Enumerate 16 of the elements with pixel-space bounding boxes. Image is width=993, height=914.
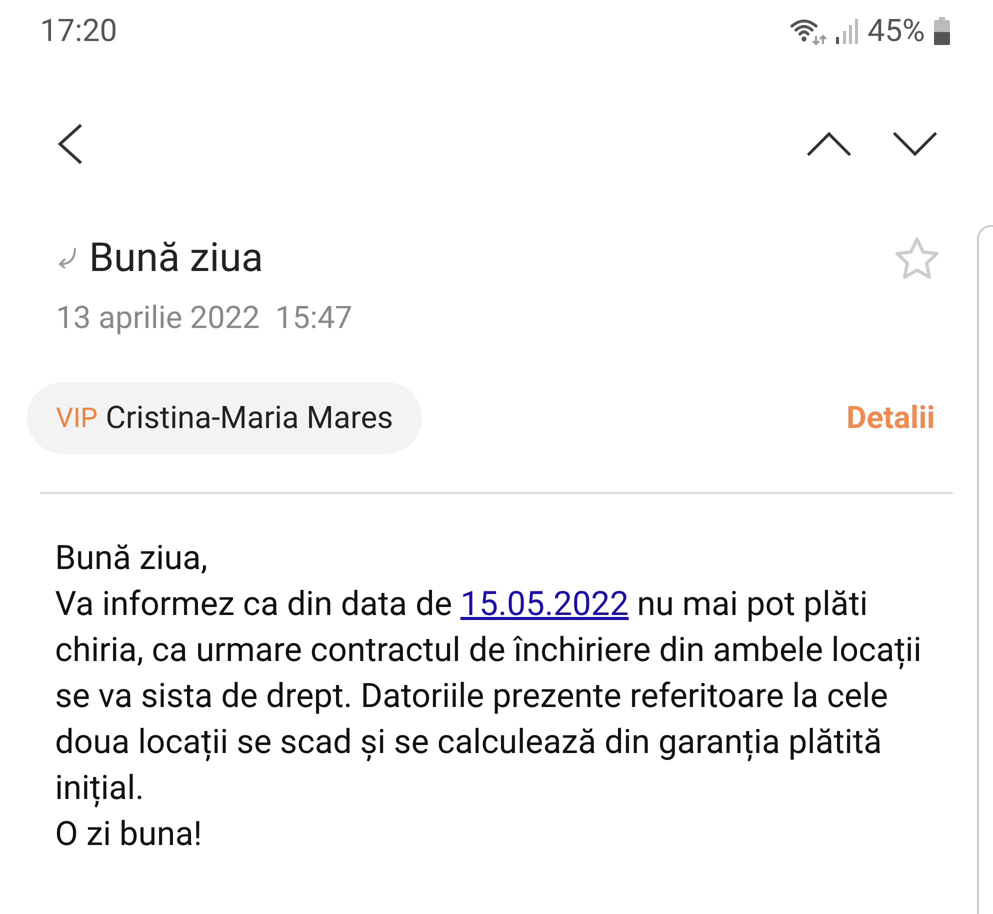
edge-panel-handle[interactable] bbox=[977, 225, 993, 914]
email-date: 13 aprilie 2022 15:47 bbox=[55, 298, 352, 338]
greeting-text: Bună ziua, bbox=[55, 538, 208, 580]
email-subject: Bună ziua bbox=[89, 234, 264, 282]
next-button[interactable] bbox=[892, 131, 938, 157]
battery-icon bbox=[933, 17, 951, 45]
battery-percentage: 45% bbox=[867, 10, 925, 51]
star-button[interactable] bbox=[893, 235, 941, 281]
message-paragraph: Va informez ca din data de 15.05.2022 nu mai pot plăti chiria, ca urmare contractul de închiriere din ambele locații se va sista de drept. Datoriile prezente referitoare la cele doua locații se scad și se calculează din garanția plătită inițial. bbox=[55, 584, 923, 810]
sender-chip[interactable]: VIP Cristina-Maria Mares bbox=[27, 382, 422, 454]
status-time: 17:20 bbox=[40, 10, 118, 51]
back-button[interactable] bbox=[55, 123, 85, 165]
date-link[interactable]: 15.05.2022 bbox=[460, 585, 629, 624]
closing-text: O zi buna! bbox=[55, 814, 202, 856]
signal-icon bbox=[835, 17, 860, 45]
previous-button[interactable] bbox=[806, 131, 852, 157]
